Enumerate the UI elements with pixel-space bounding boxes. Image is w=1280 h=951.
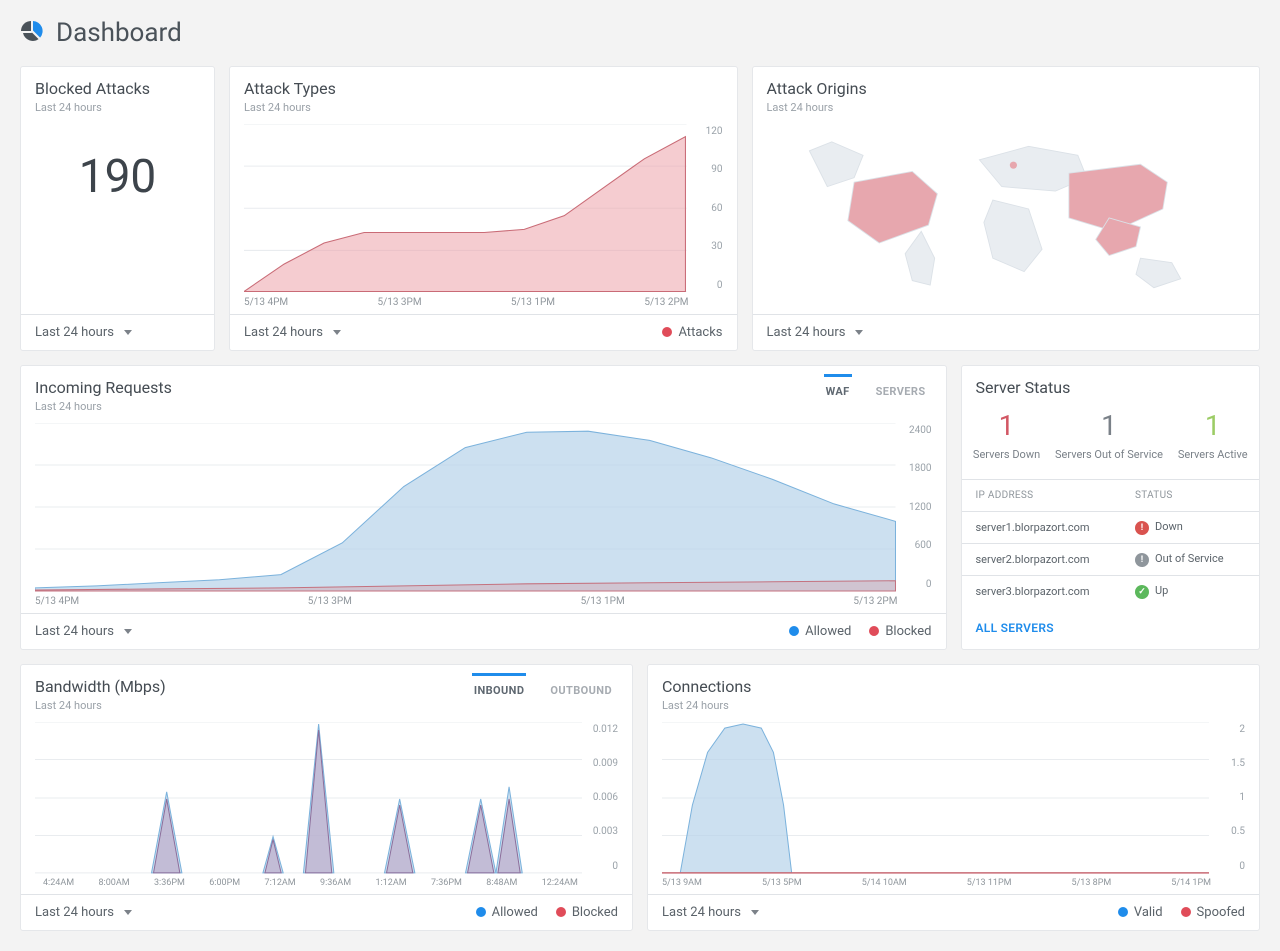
range-selector[interactable]: Last 24 hours (35, 905, 132, 920)
chevron-down-icon (124, 910, 132, 915)
range-label: Last 24 hours (662, 905, 741, 920)
legend: Allowed Blocked (476, 905, 618, 920)
dashboard-icon (20, 19, 44, 47)
cards-grid: Blocked Attacks Last 24 hours 190 Last 2… (20, 66, 1260, 931)
server-row[interactable]: server1.blorpazort.com !Down (962, 511, 1260, 543)
alert-icon: ! (1135, 521, 1149, 535)
card-connections: Connections Last 24 hours (647, 664, 1260, 931)
chevron-down-icon (751, 910, 759, 915)
servers-up-label: Servers Active (1178, 448, 1248, 461)
card-subtitle: Last 24 hours (662, 699, 1245, 712)
card-incoming-requests: WAF SERVERS Incoming Requests Last 24 ho… (20, 365, 947, 650)
card-server-status: Server Status 1 Servers Down 1 Servers O… (961, 365, 1261, 650)
card-subtitle: Last 24 hours (767, 101, 1246, 114)
x-axis-ticks: 4:24AM8:00AM 3:36PM6:00PM 7:12AM9:36AM 1… (35, 878, 618, 888)
card-attack-types: Attack Types Last 24 hours (229, 66, 738, 351)
servers-up-count: 1 (1178, 409, 1248, 442)
card-title: Blocked Attacks (35, 79, 200, 98)
page-header: Dashboard (20, 18, 1260, 48)
card-title: Incoming Requests (35, 378, 932, 397)
range-label: Last 24 hours (244, 325, 323, 340)
connections-chart: 2 1.5 1 0.5 0 (662, 722, 1245, 874)
x-axis-ticks: 5/13 4PM 5/13 3PM 5/13 1PM 5/13 2PM (244, 297, 723, 308)
card-title: Attack Types (244, 79, 723, 98)
y-axis-ticks: 2400 1800 1200 600 0 (904, 423, 932, 592)
legend: Attacks (662, 325, 722, 340)
legend: Valid Spoofed (1118, 905, 1245, 920)
dashboard-page: Dashboard Blocked Attacks Last 24 hours … (0, 0, 1280, 951)
legend-dot-red (556, 907, 566, 917)
range-selector[interactable]: Last 24 hours (244, 325, 341, 340)
tab-outbound[interactable]: OUTBOUND (548, 673, 614, 705)
tab-waf[interactable]: WAF (824, 374, 852, 406)
server-table-header: IP ADDRESS STATUS (962, 480, 1260, 511)
legend-dot-red (662, 327, 672, 337)
range-label: Last 24 hours (35, 905, 114, 920)
servers-out-label: Servers Out of Service (1055, 448, 1163, 461)
attack-origins-map (767, 124, 1246, 294)
all-servers-link[interactable]: ALL SERVERS (962, 607, 1260, 649)
chevron-down-icon (333, 330, 341, 335)
y-axis-ticks: 120 90 60 30 0 (695, 124, 723, 293)
card-subtitle: Last 24 hours (244, 101, 723, 114)
range-label: Last 24 hours (35, 325, 114, 340)
legend-dot-blue (789, 626, 799, 636)
range-selector[interactable]: Last 24 hours (35, 325, 132, 340)
card-blocked-attacks: Blocked Attacks Last 24 hours 190 Last 2… (20, 66, 215, 351)
range-label: Last 24 hours (767, 325, 846, 340)
x-axis-ticks: 5/13 9AM 5/13 5PM 5/14 10AM 5/13 11PM 5/… (662, 878, 1245, 888)
warning-icon: ! (1135, 553, 1149, 567)
card-title: Attack Origins (767, 79, 1246, 98)
range-label: Last 24 hours (35, 624, 114, 639)
blocked-attacks-count: 190 (35, 124, 200, 214)
check-icon: ✓ (1135, 585, 1149, 599)
tab-servers[interactable]: SERVERS (874, 374, 928, 406)
bandwidth-chart: 0.012 0.009 0.006 0.003 0 (35, 722, 618, 874)
card-attack-origins: Attack Origins Last 24 hours (752, 66, 1261, 351)
chevron-down-icon (124, 330, 132, 335)
card-bandwidth: INBOUND OUTBOUND Bandwidth (Mbps) Last 2… (20, 664, 633, 931)
legend-dot-red (869, 626, 879, 636)
legend-dot-blue (1118, 907, 1128, 917)
card-title: Connections (662, 677, 1245, 696)
servers-down-count: 1 (973, 409, 1040, 442)
legend-dot-blue (476, 907, 486, 917)
servers-out-count: 1 (1055, 409, 1163, 442)
incoming-requests-chart: 2400 1800 1200 600 0 (35, 423, 932, 592)
status-counts: 1 Servers Down 1 Servers Out of Service … (962, 401, 1260, 480)
card-title: Server Status (976, 378, 1246, 397)
range-selector[interactable]: Last 24 hours (767, 325, 864, 340)
chevron-down-icon (124, 629, 132, 634)
y-axis-ticks: 2 1.5 1 0.5 0 (1217, 722, 1245, 874)
server-row[interactable]: server3.blorpazort.com ✓Up (962, 575, 1260, 607)
servers-down-label: Servers Down (973, 448, 1040, 461)
x-axis-ticks: 5/13 4PM 5/13 3PM 5/13 1PM 5/13 2PM (35, 596, 932, 607)
attack-types-chart: 120 90 60 30 0 (244, 124, 723, 293)
card-subtitle: Last 24 hours (35, 101, 200, 114)
range-selector[interactable]: Last 24 hours (35, 624, 132, 639)
bandwidth-tabs: INBOUND OUTBOUND (472, 665, 632, 705)
y-axis-ticks: 0.012 0.009 0.006 0.003 0 (590, 722, 618, 874)
legend: Allowed Blocked (789, 624, 931, 639)
incoming-tabs: WAF SERVERS (824, 366, 946, 406)
card-subtitle: Last 24 hours (35, 400, 932, 413)
server-row[interactable]: server2.blorpazort.com !Out of Service (962, 543, 1260, 575)
range-selector[interactable]: Last 24 hours (662, 905, 759, 920)
chevron-down-icon (855, 330, 863, 335)
legend-dot-red (1181, 907, 1191, 917)
blocked-body: 190 (21, 118, 214, 314)
tab-inbound[interactable]: INBOUND (472, 673, 527, 705)
page-title: Dashboard (56, 18, 182, 48)
